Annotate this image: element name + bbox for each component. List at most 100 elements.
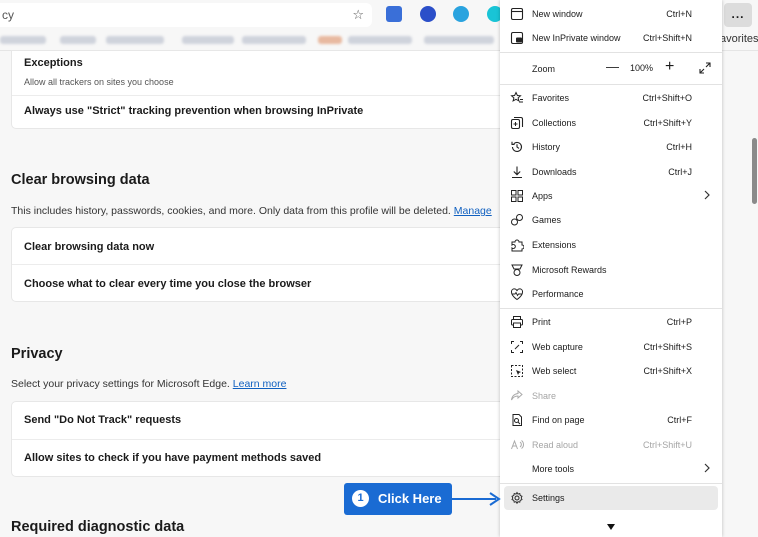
menu-label: Downloads	[532, 167, 577, 177]
menu-label: Find on page	[532, 415, 585, 425]
page-scrollbar[interactable]	[752, 138, 757, 204]
exceptions-title[interactable]: Exceptions	[24, 57, 83, 69]
do-not-track-setting[interactable]: Send "Do Not Track" requests	[24, 414, 181, 426]
extensions-icon	[511, 239, 524, 252]
menu-shortcut: Ctrl+Shift+X	[643, 366, 692, 376]
menu-settings[interactable]: Settings	[504, 486, 718, 510]
menu-label: Web capture	[532, 342, 583, 352]
menu-shortcut: Ctrl+Shift+Y	[643, 118, 692, 128]
settings-and-more-menu: New window Ctrl+N New InPrivate window C…	[500, 0, 722, 537]
menu-label: Microsoft Rewards	[532, 265, 607, 275]
web-capture-icon	[511, 341, 523, 353]
favorite-item[interactable]	[182, 36, 234, 44]
favorite-item[interactable]	[318, 36, 342, 44]
menu-label: Print	[532, 317, 551, 327]
settings-gear-icon	[511, 491, 523, 505]
divider	[12, 439, 512, 440]
menu-new-inprivate-window[interactable]: New InPrivate window Ctrl+Shift+N	[500, 26, 722, 50]
menu-apps[interactable]: Apps	[500, 184, 722, 208]
privacy-card: Send "Do Not Track" requests Allow sites…	[12, 402, 512, 476]
web-select-icon	[511, 365, 523, 377]
menu-downloads[interactable]: Downloads Ctrl+J	[500, 160, 722, 184]
menu-print[interactable]: Print Ctrl+P	[500, 310, 722, 334]
settings-and-more-button[interactable]: ...	[724, 3, 752, 27]
favorites-icon	[510, 91, 523, 103]
new-window-icon	[510, 7, 524, 21]
add-favorite-icon[interactable]: ☆	[352, 3, 364, 27]
manage-link[interactable]: Manage	[454, 205, 492, 217]
print-icon	[511, 316, 523, 328]
translate-extension-icon[interactable]	[386, 6, 402, 22]
strict-inprivate-setting[interactable]: Always use "Strict" tracking prevention …	[24, 105, 363, 117]
collections-icon	[510, 116, 524, 130]
tracking-options-card: Exceptions Allow all trackers on sites y…	[12, 51, 512, 128]
clear-browsing-data-heading: Clear browsing data	[11, 172, 150, 188]
zoom-in-button[interactable]: +	[665, 58, 674, 76]
menu-share[interactable]: Share	[500, 384, 722, 408]
menu-shortcut: Ctrl+J	[668, 167, 692, 177]
menu-find-on-page[interactable]: Find on page Ctrl+F	[500, 408, 722, 432]
favorite-item[interactable]	[424, 36, 494, 44]
callout-step-number: 1	[352, 490, 369, 507]
scroll-down-icon[interactable]	[606, 523, 616, 531]
downloads-icon	[512, 166, 522, 179]
clear-browsing-data-desc-text: This includes history, passwords, cookie…	[11, 205, 451, 217]
menu-label: Apps	[532, 191, 553, 201]
menu-divider	[500, 52, 722, 53]
menu-shortcut: Ctrl+Shift+N	[642, 33, 692, 43]
menu-new-window[interactable]: New window Ctrl+N	[500, 2, 722, 26]
read-aloud-icon	[511, 439, 524, 450]
menu-label: Zoom	[532, 64, 556, 74]
other-favorites-label[interactable]: avorites	[720, 33, 758, 45]
menu-shortcut: Ctrl+Shift+U	[642, 440, 692, 450]
click-here-callout: 1 Click Here	[344, 483, 452, 515]
menu-label: Extensions	[532, 240, 577, 250]
divider	[12, 264, 512, 265]
telegram-extension-icon[interactable]	[453, 6, 469, 22]
menu-label: Settings	[532, 493, 565, 503]
menu-history[interactable]: History Ctrl+H	[500, 135, 722, 159]
favorite-item[interactable]	[0, 36, 46, 44]
menu-shortcut: Ctrl+H	[666, 142, 692, 152]
menu-read-aloud[interactable]: Read aloud Ctrl+Shift+U	[500, 433, 722, 457]
menu-extensions[interactable]: Extensions	[500, 233, 722, 257]
menu-microsoft-rewards[interactable]: Microsoft Rewards	[500, 258, 722, 282]
choose-what-to-clear[interactable]: Choose what to clear every time you clos…	[24, 278, 311, 290]
menu-performance[interactable]: Performance	[500, 282, 722, 306]
zoom-out-button[interactable]: —	[606, 59, 619, 74]
menu-divider	[500, 483, 722, 484]
menu-label: More tools	[532, 464, 575, 474]
performance-heart-icon	[511, 288, 523, 301]
favorite-item[interactable]	[60, 36, 96, 44]
menu-label: Favorites	[532, 93, 570, 103]
payment-methods-setting[interactable]: Allow sites to check if you have payment…	[24, 452, 321, 464]
callout-arrow-icon	[452, 492, 501, 506]
menu-zoom: Zoom — 100% +	[500, 56, 722, 82]
exceptions-description: Allow all trackers on sites you choose	[24, 77, 174, 87]
learn-more-link[interactable]: Learn more	[233, 378, 287, 390]
menu-divider	[500, 308, 722, 309]
privacy-heading: Privacy	[11, 346, 63, 362]
rewards-icon	[511, 264, 523, 276]
menu-web-select[interactable]: Web select Ctrl+Shift+X	[500, 359, 722, 383]
menu-shortcut: Ctrl+Shift+S	[643, 342, 692, 352]
menu-label: Performance	[532, 289, 584, 299]
menu-web-capture[interactable]: Web capture Ctrl+Shift+S	[500, 335, 722, 359]
favorite-item[interactable]	[242, 36, 306, 44]
menu-more-tools[interactable]: More tools	[500, 457, 722, 481]
extension-icon[interactable]	[420, 6, 436, 22]
menu-shortcut: Ctrl+Shift+O	[642, 93, 692, 103]
clear-browsing-data-now[interactable]: Clear browsing data now	[24, 241, 154, 253]
chevron-right-icon	[704, 190, 710, 200]
address-bar[interactable]: cy ☆	[0, 3, 372, 27]
clear-browsing-data-description: This includes history, passwords, cookie…	[11, 205, 492, 217]
menu-collections[interactable]: Collections Ctrl+Shift+Y	[500, 111, 722, 135]
favorite-item[interactable]	[106, 36, 164, 44]
favorite-item[interactable]	[348, 36, 412, 44]
address-text: cy	[2, 8, 14, 22]
menu-games[interactable]: Games	[500, 208, 722, 232]
full-screen-icon[interactable]	[698, 61, 712, 75]
menu-favorites[interactable]: Favorites Ctrl+Shift+O	[500, 86, 722, 110]
privacy-desc-text: Select your privacy settings for Microso…	[11, 378, 230, 390]
menu-shortcut: Ctrl+N	[666, 9, 692, 19]
